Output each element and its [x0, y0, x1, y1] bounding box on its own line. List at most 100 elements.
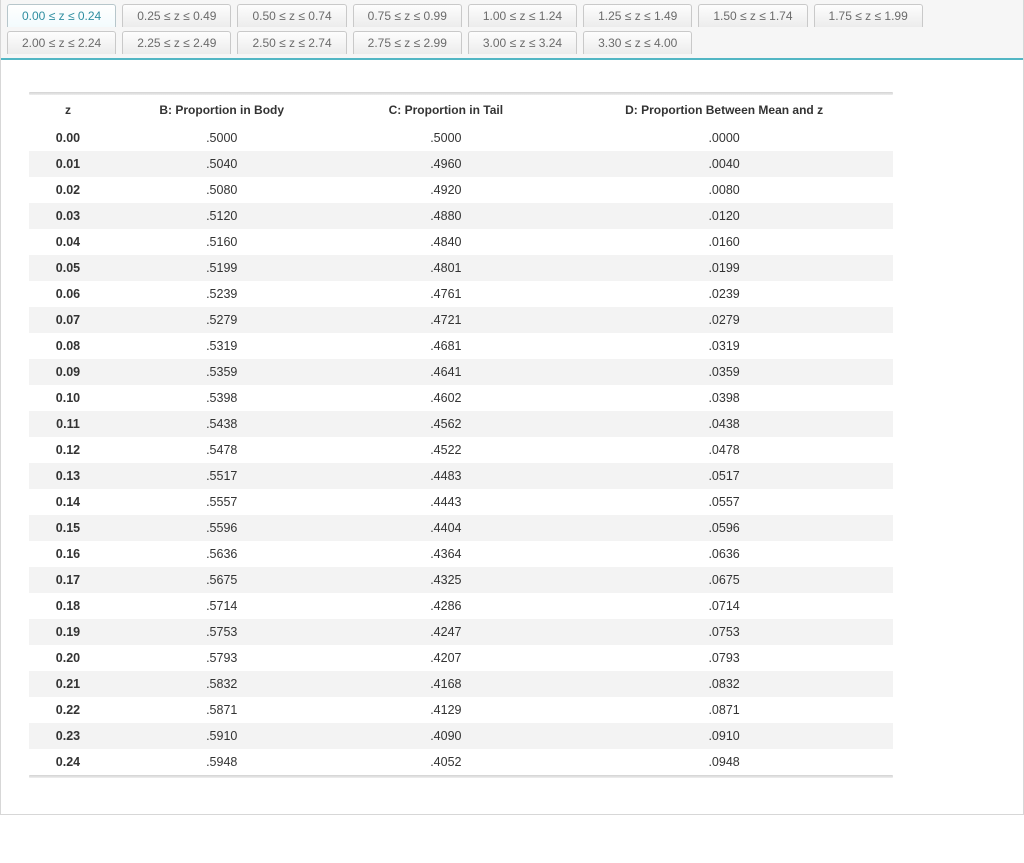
- table-row: 0.06.5239.4761.0239: [29, 281, 893, 307]
- col-mean-cell: .0910: [555, 723, 893, 749]
- col-z-cell: 0.16: [29, 541, 107, 567]
- z-table: z B: Proportion in Body C: Proportion in…: [29, 95, 893, 775]
- col-mean-cell: .0793: [555, 645, 893, 671]
- col-mean-cell: .0478: [555, 437, 893, 463]
- col-mean-cell: .0120: [555, 203, 893, 229]
- col-body-cell: .5040: [107, 151, 337, 177]
- tab-range[interactable]: 3.30 ≤ z ≤ 4.00: [583, 31, 692, 54]
- col-z-cell: 0.08: [29, 333, 107, 359]
- col-body-cell: .5279: [107, 307, 337, 333]
- tab-range[interactable]: 2.50 ≤ z ≤ 2.74: [237, 31, 346, 54]
- col-mean-cell: .0438: [555, 411, 893, 437]
- col-body-cell: .5120: [107, 203, 337, 229]
- tab-range[interactable]: 1.00 ≤ z ≤ 1.24: [468, 4, 577, 27]
- col-mean-cell: .0557: [555, 489, 893, 515]
- tab-range[interactable]: 2.00 ≤ z ≤ 2.24: [7, 31, 116, 54]
- tab-range[interactable]: 1.50 ≤ z ≤ 1.74: [698, 4, 807, 27]
- table-row: 0.12.5478.4522.0478: [29, 437, 893, 463]
- col-z-cell: 0.07: [29, 307, 107, 333]
- col-tail-cell: .4920: [336, 177, 555, 203]
- table-row: 0.09.5359.4641.0359: [29, 359, 893, 385]
- col-body-cell: .5557: [107, 489, 337, 515]
- col-mean-cell: .0636: [555, 541, 893, 567]
- col-tail-cell: .4721: [336, 307, 555, 333]
- col-body-cell: .5359: [107, 359, 337, 385]
- col-body-cell: .5319: [107, 333, 337, 359]
- col-tail-cell: .4207: [336, 645, 555, 671]
- col-mean-cell: .0871: [555, 697, 893, 723]
- table-row: 0.02.5080.4920.0080: [29, 177, 893, 203]
- col-tail-cell: .5000: [336, 125, 555, 151]
- col-z-cell: 0.22: [29, 697, 107, 723]
- col-body-cell: .5753: [107, 619, 337, 645]
- col-body-cell: .5398: [107, 385, 337, 411]
- tab-range[interactable]: 1.25 ≤ z ≤ 1.49: [583, 4, 692, 27]
- col-body-cell: .5948: [107, 749, 337, 775]
- col-z-cell: 0.02: [29, 177, 107, 203]
- col-tail-cell: .4522: [336, 437, 555, 463]
- table-bottom-rule: [29, 775, 893, 778]
- col-body-cell: .5793: [107, 645, 337, 671]
- tab-range[interactable]: 2.25 ≤ z ≤ 2.49: [122, 31, 231, 54]
- table-row: 0.24.5948.4052.0948: [29, 749, 893, 775]
- col-body-cell: .5675: [107, 567, 337, 593]
- col-z-cell: 0.24: [29, 749, 107, 775]
- col-mean-cell: .0279: [555, 307, 893, 333]
- col-mean-cell: .0199: [555, 255, 893, 281]
- col-z-cell: 0.04: [29, 229, 107, 255]
- col-mean-cell: .0319: [555, 333, 893, 359]
- tab-range[interactable]: 0.25 ≤ z ≤ 0.49: [122, 4, 231, 27]
- col-body-cell: .5636: [107, 541, 337, 567]
- tab-range[interactable]: 3.00 ≤ z ≤ 3.24: [468, 31, 577, 54]
- col-body-cell: .5871: [107, 697, 337, 723]
- col-mean-cell: .0398: [555, 385, 893, 411]
- col-mean-cell: .0000: [555, 125, 893, 151]
- col-mean-cell: .0596: [555, 515, 893, 541]
- table-row: 0.15.5596.4404.0596: [29, 515, 893, 541]
- col-mean-cell: .0160: [555, 229, 893, 255]
- col-z-cell: 0.23: [29, 723, 107, 749]
- col-z-cell: 0.09: [29, 359, 107, 385]
- table-row: 0.20.5793.4207.0793: [29, 645, 893, 671]
- table-row: 0.18.5714.4286.0714: [29, 593, 893, 619]
- tab-range[interactable]: 2.75 ≤ z ≤ 2.99: [353, 31, 462, 54]
- col-tail-cell: .4761: [336, 281, 555, 307]
- tab-range[interactable]: 0.75 ≤ z ≤ 0.99: [353, 4, 462, 27]
- col-body-cell: .5438: [107, 411, 337, 437]
- col-tail-cell: .4681: [336, 333, 555, 359]
- col-tail-cell: .4325: [336, 567, 555, 593]
- col-z-cell: 0.14: [29, 489, 107, 515]
- col-tail-header: C: Proportion in Tail: [336, 95, 555, 125]
- col-mean-cell: .0239: [555, 281, 893, 307]
- col-z-cell: 0.06: [29, 281, 107, 307]
- tab-bar: 0.00 ≤ z ≤ 0.24 0.25 ≤ z ≤ 0.49 0.50 ≤ z ≤…: [1, 0, 1023, 60]
- col-tail-cell: .4247: [336, 619, 555, 645]
- tab-range[interactable]: 0.00 ≤ z ≤ 0.24: [7, 4, 116, 27]
- col-z-cell: 0.00: [29, 125, 107, 151]
- table-row: 0.03.5120.4880.0120: [29, 203, 893, 229]
- col-body-cell: .5160: [107, 229, 337, 255]
- col-z-cell: 0.01: [29, 151, 107, 177]
- col-tail-cell: .4404: [336, 515, 555, 541]
- header-row: z B: Proportion in Body C: Proportion in…: [29, 95, 893, 125]
- col-tail-cell: .4052: [336, 749, 555, 775]
- col-body-cell: .5000: [107, 125, 337, 151]
- col-z-cell: 0.05: [29, 255, 107, 281]
- tab-range[interactable]: 1.75 ≤ z ≤ 1.99: [814, 4, 923, 27]
- table-row: 0.05.5199.4801.0199: [29, 255, 893, 281]
- col-tail-cell: .4129: [336, 697, 555, 723]
- table-row: 0.11.5438.4562.0438: [29, 411, 893, 437]
- col-body-cell: .5080: [107, 177, 337, 203]
- col-mean-cell: .0832: [555, 671, 893, 697]
- col-z-cell: 0.21: [29, 671, 107, 697]
- table-row: 0.01.5040.4960.0040: [29, 151, 893, 177]
- table-row: 0.23.5910.4090.0910: [29, 723, 893, 749]
- col-mean-cell: .0714: [555, 593, 893, 619]
- col-mean-header: D: Proportion Between Mean and z: [555, 95, 893, 125]
- tab-range[interactable]: 0.50 ≤ z ≤ 0.74: [237, 4, 346, 27]
- col-z-cell: 0.18: [29, 593, 107, 619]
- col-body-cell: .5714: [107, 593, 337, 619]
- col-z-cell: 0.03: [29, 203, 107, 229]
- col-body-cell: .5832: [107, 671, 337, 697]
- col-mean-cell: .0359: [555, 359, 893, 385]
